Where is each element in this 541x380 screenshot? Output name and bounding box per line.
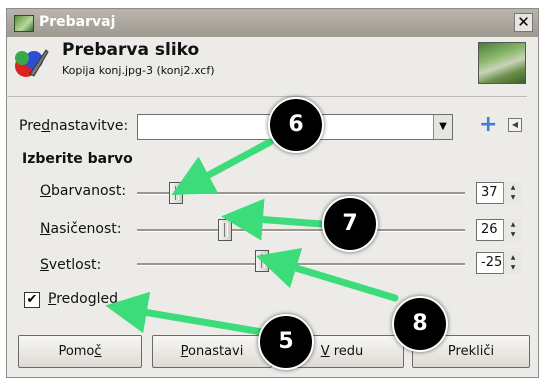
arrow-to-lightness xyxy=(255,247,399,302)
callout-6: 6 xyxy=(268,97,324,153)
callout-5: 5 xyxy=(258,314,314,370)
arrow-to-saturation xyxy=(221,198,326,241)
arrow-to-hue xyxy=(171,138,274,195)
callout-7: 7 xyxy=(322,196,378,252)
arrow-to-preview xyxy=(105,291,266,336)
callout-8: 8 xyxy=(392,296,448,352)
